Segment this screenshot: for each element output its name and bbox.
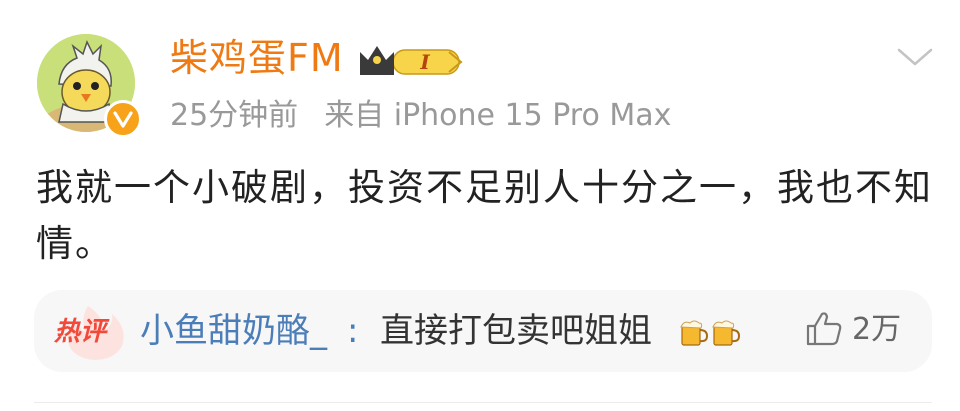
hot-comment-tag: 热评 bbox=[54, 317, 107, 347]
beer-emoji bbox=[712, 320, 741, 346]
like-count: 2万 bbox=[852, 312, 902, 347]
level-text: I bbox=[419, 50, 430, 74]
comment-text: 直接打包卖吧姐姐 bbox=[380, 311, 652, 351]
comment-colon: : bbox=[347, 311, 359, 351]
source-prefix: 来自 bbox=[324, 98, 385, 133]
post-source: iPhone 15 Pro Max bbox=[393, 98, 672, 133]
hot-comment[interactable]: 热评 小鱼甜奶酪_ : 直接打包卖吧姐姐 2万 bbox=[34, 290, 932, 372]
post-time: 25分钟前 bbox=[170, 98, 299, 133]
chevron-down-icon[interactable] bbox=[895, 42, 935, 72]
post-text: 我就一个小破剧，投资不足别人十分之一，我也不知情。 bbox=[36, 166, 933, 265]
commenter-name[interactable]: 小鱼甜奶酪_ bbox=[140, 308, 327, 354]
divider bbox=[34, 402, 932, 403]
crown-icon bbox=[360, 46, 394, 75]
verified-v-icon bbox=[113, 111, 133, 128]
user-level-badge[interactable]: I bbox=[357, 40, 467, 80]
verified-badge bbox=[104, 100, 142, 138]
author-name[interactable]: 柴鸡蛋FM bbox=[170, 34, 344, 82]
beer-emoji bbox=[680, 320, 709, 346]
post-meta: 25分钟前 来自 iPhone 15 Pro Max bbox=[170, 96, 671, 136]
thumbs-up-icon[interactable] bbox=[804, 308, 844, 348]
